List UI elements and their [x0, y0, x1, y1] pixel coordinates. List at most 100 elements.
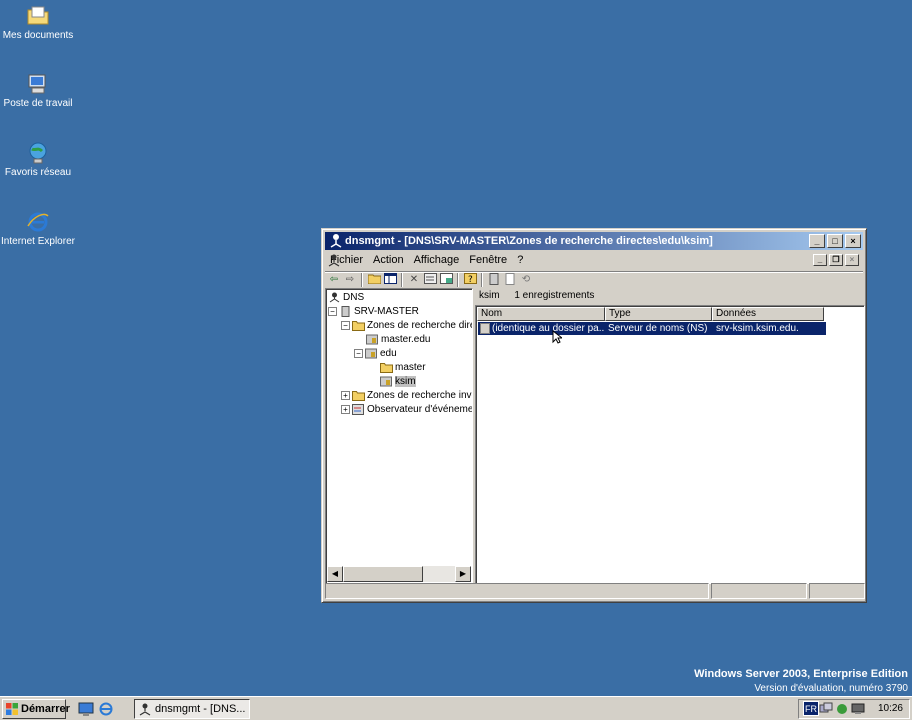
zone-icon [366, 334, 378, 345]
export-list-icon[interactable] [439, 273, 453, 287]
desktop-icon-label: Internet Explorer [1, 236, 75, 247]
start-label: Démarrer [21, 703, 70, 715]
status-cell [325, 583, 709, 599]
close-button[interactable]: × [845, 234, 861, 248]
menu-help[interactable]: ? [512, 252, 528, 268]
collapse-toggle[interactable]: − [328, 306, 337, 316]
ns-record-icon [480, 323, 490, 334]
menu-bar: Fichier Action Affichage Fenêtre? _ ❐ × [325, 252, 863, 270]
folder-icon [380, 362, 393, 373]
monitor-tray-icon[interactable] [851, 702, 865, 716]
help-icon[interactable]: ? [463, 273, 477, 287]
language-indicator[interactable]: FR [803, 701, 819, 716]
forward-arrow-icon[interactable]: ⇨ [343, 273, 357, 287]
scroll-left-button[interactable]: ◀ [327, 566, 343, 582]
start-button[interactable]: Démarrer [2, 699, 70, 719]
collapse-toggle[interactable]: − [341, 320, 350, 330]
menu-fenetre[interactable]: Fenêtre [464, 252, 512, 268]
dns-icon [330, 234, 342, 248]
zone-icon [365, 348, 377, 359]
cell-data: srv-ksim.ksim.edu. [716, 323, 799, 334]
tree-item-event-viewer[interactable]: +Observateur d'événements [341, 403, 472, 417]
desktop-icon-label: Poste de travail [3, 98, 73, 109]
folder-documents-icon [27, 6, 49, 25]
network-globe-icon [29, 142, 47, 164]
details-header: ksim 1 enregistrements [475, 288, 865, 304]
scroll-right-button[interactable]: ▶ [455, 566, 471, 582]
tree-item-reverse-zones[interactable]: +Zones de recherche inversée [341, 389, 472, 403]
desktop-icon-network-places[interactable]: Favoris réseau [0, 141, 76, 179]
mouse-cursor-icon [552, 330, 562, 344]
security-tray-icon[interactable] [835, 702, 849, 716]
dns-icon [329, 292, 340, 303]
tree-item-dns[interactable]: DNS [328, 291, 364, 305]
taskbar-button-label: dnsmgmt - [DNS... [155, 703, 246, 715]
os-edition-text: Windows Server 2003, Enterprise Edition [694, 668, 908, 680]
computer-icon [28, 74, 46, 94]
status-cell [809, 583, 865, 599]
toolbar: ⇦ ⇨ ✕ ? ⟲ [325, 271, 863, 287]
scroll-thumb[interactable] [343, 566, 423, 582]
delete-icon[interactable]: ✕ [407, 273, 421, 287]
dns-icon [139, 703, 151, 716]
child-close-button[interactable]: × [845, 254, 859, 266]
column-header-nom[interactable]: Nom [477, 307, 605, 321]
up-folder-icon[interactable] [367, 273, 381, 287]
tree-item-edu[interactable]: − edu [354, 347, 397, 361]
tree-item-ksim[interactable]: ksim [380, 375, 416, 389]
cell-name: (identique au dossier pa... [492, 323, 605, 334]
status-cell [711, 583, 807, 599]
collapse-toggle[interactable]: − [354, 348, 363, 358]
console-menu-icon[interactable] [327, 253, 341, 267]
server-icon[interactable] [487, 273, 501, 287]
event-viewer-icon [352, 403, 364, 415]
toolbar-separator [481, 273, 483, 287]
maximize-button[interactable]: □ [827, 234, 843, 248]
folder-icon [352, 390, 365, 401]
record-count: 1 enregistrements [514, 290, 595, 301]
tree-horizontal-scrollbar[interactable]: ◀ ▶ [327, 566, 471, 582]
records-list[interactable]: Nom Type Données (identique au dossier p… [475, 305, 865, 584]
menu-affichage[interactable]: Affichage [409, 252, 465, 268]
child-minimize-button[interactable]: _ [813, 254, 827, 266]
window-title: dnsmgmt - [DNS\SRV-MASTER\Zones de reche… [345, 235, 713, 247]
column-header-type[interactable]: Type [605, 307, 712, 321]
expand-toggle[interactable]: + [341, 390, 350, 400]
internet-explorer-icon [27, 212, 49, 232]
toolbar-separator [361, 273, 363, 287]
folder-icon [352, 320, 365, 331]
dns-manager-window[interactable]: dnsmgmt - [DNS\SRV-MASTER\Zones de reche… [321, 228, 867, 603]
tree-item-master-edu[interactable]: master.edu [366, 333, 430, 347]
status-bar [325, 583, 865, 599]
show-tree-icon[interactable] [383, 273, 397, 287]
column-header-donnees[interactable]: Données [712, 307, 824, 321]
show-desktop-icon[interactable] [78, 701, 94, 717]
toolbar-separator [457, 273, 459, 287]
network-tray-icon[interactable] [819, 702, 833, 716]
tree-item-srv-master[interactable]: − SRV-MASTER [328, 305, 419, 319]
table-row[interactable]: (identique au dossier pa... Serveur de n… [478, 322, 826, 335]
properties-icon[interactable] [423, 273, 437, 287]
refresh-icon[interactable]: ⟲ [519, 273, 533, 287]
desktop-icon-my-documents[interactable]: Mes documents [0, 4, 76, 42]
minimize-button[interactable]: _ [809, 234, 825, 248]
os-version-text: Version d'évaluation, numéro 3790 [754, 683, 908, 694]
expand-toggle[interactable]: + [341, 404, 350, 414]
tree-item-master[interactable]: master [380, 361, 426, 375]
desktop-icon-my-computer[interactable]: Poste de travail [0, 72, 76, 110]
toolbar-separator [401, 273, 403, 287]
tree-item-forward-zones[interactable]: −Zones de recherche directes [341, 319, 472, 333]
desktop-icon-internet-explorer[interactable]: Internet Explorer [0, 210, 76, 248]
details-pane: ksim 1 enregistrements Nom Type Données … [475, 288, 865, 584]
back-arrow-icon[interactable]: ⇦ [327, 273, 341, 287]
child-restore-button[interactable]: ❐ [829, 254, 843, 266]
menu-action[interactable]: Action [368, 252, 409, 268]
windows-logo-icon [6, 703, 18, 715]
taskbar-button-dnsmgmt[interactable]: dnsmgmt - [DNS... [134, 699, 250, 719]
document-icon[interactable] [503, 273, 517, 287]
window-titlebar[interactable]: dnsmgmt - [DNS\SRV-MASTER\Zones de reche… [325, 232, 863, 250]
console-tree[interactable]: DNS −SRV-MASTER −Zones de recherche dire… [325, 288, 473, 584]
internet-explorer-icon[interactable] [98, 701, 114, 717]
desktop-icon-label: Favoris réseau [4, 167, 72, 178]
clock[interactable]: 10:26 [878, 700, 903, 718]
